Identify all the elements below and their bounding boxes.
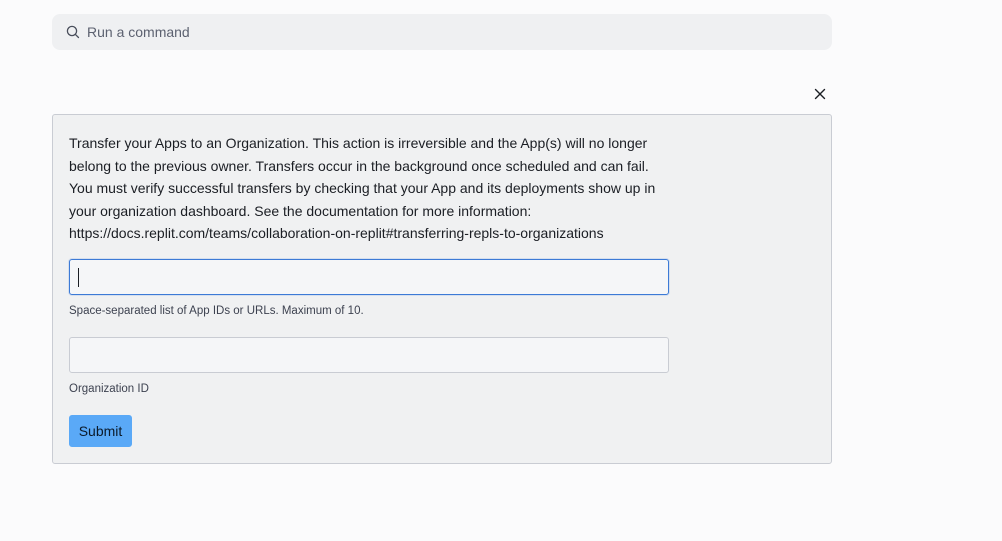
organization-id-label: Organization ID [69,383,149,395]
search-icon [66,25,80,39]
organization-id-input[interactable] [69,337,669,373]
documentation-link[interactable]: https://docs.replit.com/teams/collaborat… [69,222,679,245]
submit-button[interactable]: Submit [69,415,132,447]
command-bar[interactable] [52,14,832,50]
description-line: Transfer your Apps to an Organization. T… [69,135,648,151]
description-line: You must verify successful transfers by … [69,180,656,196]
transfer-description: Transfer your Apps to an Organization. T… [69,132,679,245]
description-line: your organization dashboard. See the doc… [69,202,532,219]
close-button[interactable] [812,86,828,102]
description-line: belong to the previous owner. Transfers … [69,157,649,174]
text-caret [78,268,79,287]
close-icon [814,88,826,100]
transfer-apps-dialog: Transfer your Apps to an Organization. T… [52,114,832,464]
command-input[interactable] [87,24,787,40]
app-ids-help-text: Space-separated list of App IDs or URLs.… [69,305,364,317]
app-ids-input[interactable] [69,259,669,295]
